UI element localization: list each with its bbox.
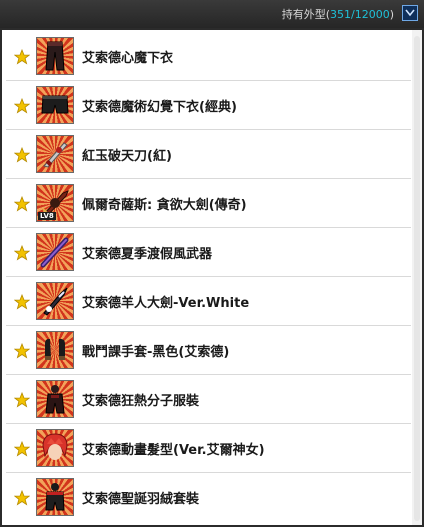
owned-suffix: ) [389, 8, 394, 21]
owned-appearance-counter: 持有外型(351/12000) [282, 6, 394, 22]
outfit-icon [36, 380, 74, 418]
star-icon[interactable] [14, 98, 30, 114]
list-item[interactable]: 艾索德魔術幻覺下衣(經典) [6, 81, 411, 130]
list-item[interactable]: 艾索德動畫髮型(Ver.艾爾神女) [6, 424, 411, 473]
greatsword-icon: LV8 [36, 184, 74, 222]
item-name: 佩爾奇薩斯: 貪欲大劍(傳奇) [82, 198, 247, 213]
scrollbar[interactable] [412, 30, 422, 525]
appearance-list: 艾索德心魔下衣 艾索德魔術幻覺下衣(經典) 紅玉破天刀(紅) LV8 佩爾奇薩斯… [6, 32, 411, 522]
list-item[interactable]: 艾索德夏季渡假風武器 [6, 228, 411, 277]
list-item[interactable]: 艾索德狂熱分子服裝 [6, 375, 411, 424]
item-name: 戰鬥課手套-黑色(艾索德) [82, 345, 230, 360]
star-icon[interactable] [14, 147, 30, 163]
star-icon[interactable] [14, 392, 30, 408]
item-name: 艾索德羊人大劍-Ver.White [82, 296, 250, 311]
gloves-icon [36, 331, 74, 369]
winter-suit-icon [36, 478, 74, 516]
red-blade-icon [36, 135, 74, 173]
list-item[interactable]: 艾索德聖誕羽絨套裝 [6, 473, 411, 522]
star-icon[interactable] [14, 245, 30, 261]
item-name: 艾索德心魔下衣 [82, 51, 174, 66]
item-name: 艾索德動畫髮型(Ver.艾爾神女) [82, 443, 265, 458]
item-name: 艾索德魔術幻覺下衣(經典) [82, 100, 237, 115]
level-badge: LV8 [38, 212, 56, 220]
star-icon[interactable] [14, 490, 30, 506]
chevron-down-icon [405, 9, 415, 17]
dark-pants-icon [36, 37, 74, 75]
item-name: 艾索德狂熱分子服裝 [82, 394, 200, 409]
list-item[interactable]: 紅玉破天刀(紅) [6, 130, 411, 179]
list-item[interactable]: 艾索德羊人大劍-Ver.White [6, 277, 411, 326]
owned-count: 351/12000 [330, 8, 390, 21]
black-shorts-icon [36, 86, 74, 124]
window-header: 持有外型(351/12000) [0, 0, 424, 28]
item-name: 艾索德夏季渡假風武器 [82, 247, 213, 262]
dropdown-toggle-button[interactable] [402, 5, 418, 21]
star-icon[interactable] [14, 196, 30, 212]
star-icon[interactable] [14, 294, 30, 310]
item-name: 艾索德聖誕羽絨套裝 [82, 492, 200, 507]
sword-icon [36, 282, 74, 320]
star-icon[interactable] [14, 343, 30, 359]
red-hair-icon [36, 429, 74, 467]
owned-label: 持有外型( [281, 8, 330, 21]
item-name: 紅玉破天刀(紅) [82, 149, 172, 164]
list-item[interactable]: 艾索德心魔下衣 [6, 32, 411, 81]
star-icon[interactable] [14, 441, 30, 457]
list-item[interactable]: 戰鬥課手套-黑色(艾索德) [6, 326, 411, 375]
star-icon[interactable] [14, 49, 30, 65]
appearance-list-panel: 艾索德心魔下衣 艾索德魔術幻覺下衣(經典) 紅玉破天刀(紅) LV8 佩爾奇薩斯… [2, 30, 422, 525]
purple-staff-icon [36, 233, 74, 271]
list-item[interactable]: LV8 佩爾奇薩斯: 貪欲大劍(傳奇) [6, 179, 411, 228]
scrollbar-thumb[interactable] [414, 36, 420, 521]
